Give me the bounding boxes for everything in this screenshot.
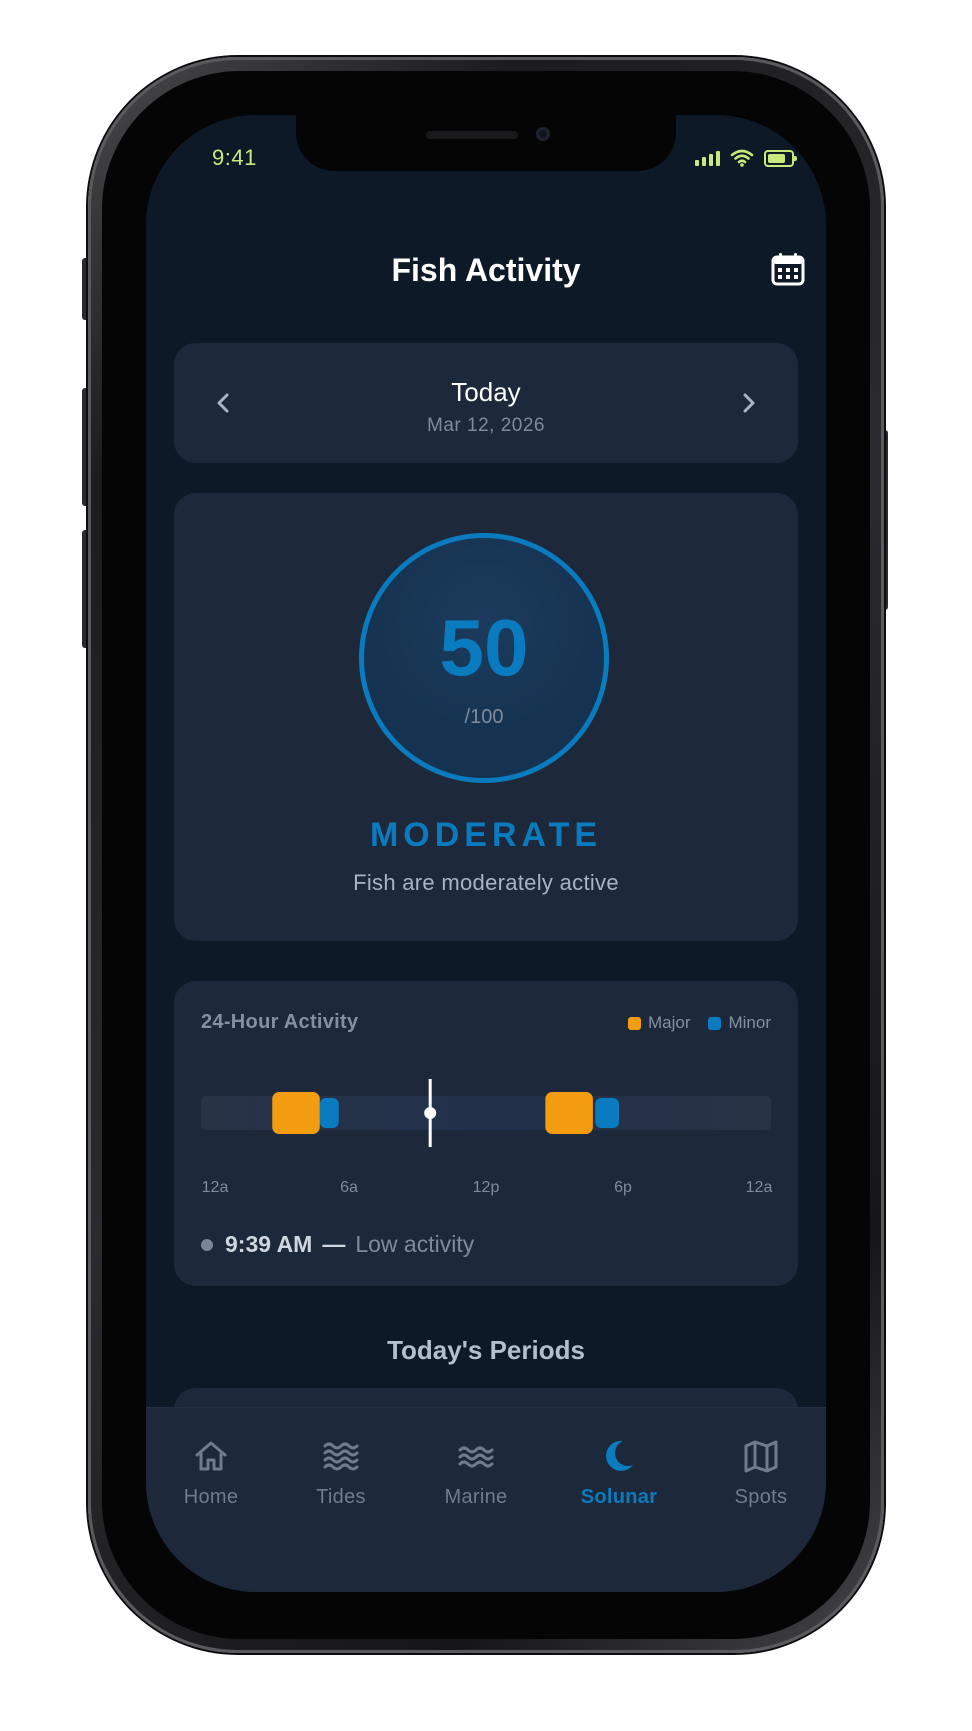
battery-icon: [764, 149, 797, 167]
score-max: /100: [464, 706, 504, 728]
minor-period-2[interactable]: [595, 1098, 619, 1128]
current-activity-label: Low activity: [355, 1231, 475, 1257]
chevron-right-icon[interactable]: [732, 387, 764, 419]
map-icon: [744, 1440, 778, 1473]
current-indicator-dot: [201, 1238, 213, 1251]
minor-period-1[interactable]: [319, 1098, 339, 1128]
tab-home-label: Home: [183, 1486, 239, 1508]
tick-label-12p: 12p: [472, 1179, 500, 1196]
status-icons: [695, 149, 797, 167]
current-time: 9:39 AM: [225, 1231, 313, 1257]
legend: Major Minor: [627, 1013, 771, 1033]
tab-solunar-label: Solunar: [580, 1486, 658, 1508]
tab-marine[interactable]: Marine: [421, 1436, 531, 1509]
tick-label-12a-end: 12a: [745, 1179, 773, 1196]
legend-major: Major: [627, 1013, 691, 1033]
water-icon: [458, 1446, 494, 1468]
current-activity: 9:39 AM — Low activity: [201, 1231, 474, 1258]
hourly-activity-card: 24-Hour Activity Major Minor 12a 6a 12p …: [174, 981, 798, 1286]
tick-label-12a: 12a: [201, 1179, 229, 1196]
calendar-icon[interactable]: [768, 249, 808, 289]
major-period-1[interactable]: [272, 1092, 320, 1134]
activity-description: Fish are moderately active: [353, 870, 619, 895]
tick-label-6p: 6p: [614, 1179, 632, 1196]
activity-score-card: 50 /100 MODERATE Fish are moderately act…: [174, 493, 798, 941]
legend-major-label: Major: [647, 1013, 691, 1032]
periods-title: Today's Periods: [387, 1335, 585, 1365]
tab-tides[interactable]: Tides: [286, 1436, 396, 1509]
tab-marine-label: Marine: [444, 1486, 508, 1508]
tab-home[interactable]: Home: [156, 1436, 266, 1509]
score-value: 50: [439, 603, 529, 692]
tick-label-6a: 6a: [340, 1179, 358, 1196]
app-screen: 9:41 Fish Activity Today Mar 12, 2026 50…: [146, 115, 826, 1592]
legend-minor-label: Minor: [728, 1013, 771, 1032]
page-title: Fish Activity: [391, 252, 581, 288]
device-mockup: 9:41 Fish Activity Today Mar 12, 2026 50…: [0, 0, 972, 1731]
status-time: 9:41: [212, 145, 257, 170]
date-label: Today: [451, 377, 521, 407]
date-value: Mar 12, 2026: [427, 415, 545, 436]
notch: [296, 115, 676, 171]
activity-timeline[interactable]: [201, 1077, 771, 1149]
legend-major-swatch: [627, 1016, 641, 1030]
tab-bar: Home Tides Marine Solunar Spots: [146, 1407, 826, 1592]
wifi-icon: [730, 149, 754, 167]
date-selector: Today Mar 12, 2026: [174, 343, 798, 463]
current-time-dot: [424, 1107, 437, 1119]
major-period-2[interactable]: [545, 1092, 593, 1134]
front-camera: [536, 127, 550, 141]
activity-level: MODERATE: [369, 816, 603, 854]
tab-solunar[interactable]: Solunar: [564, 1436, 674, 1509]
tab-tides-label: Tides: [316, 1486, 366, 1508]
activity-card-title: 24-Hour Activity: [201, 1011, 359, 1033]
moon-icon: [606, 1440, 633, 1471]
waves-icon: [323, 1442, 359, 1471]
signal-icon: [695, 150, 720, 166]
legend-minor-swatch: [708, 1016, 722, 1030]
home-icon: [195, 1441, 227, 1471]
current-dash: —: [322, 1231, 346, 1257]
tab-spots[interactable]: Spots: [706, 1436, 816, 1509]
speaker: [426, 131, 518, 139]
tab-spots-label: Spots: [734, 1486, 788, 1508]
legend-minor: Minor: [708, 1013, 771, 1033]
score-ring: 50 /100: [359, 533, 609, 783]
